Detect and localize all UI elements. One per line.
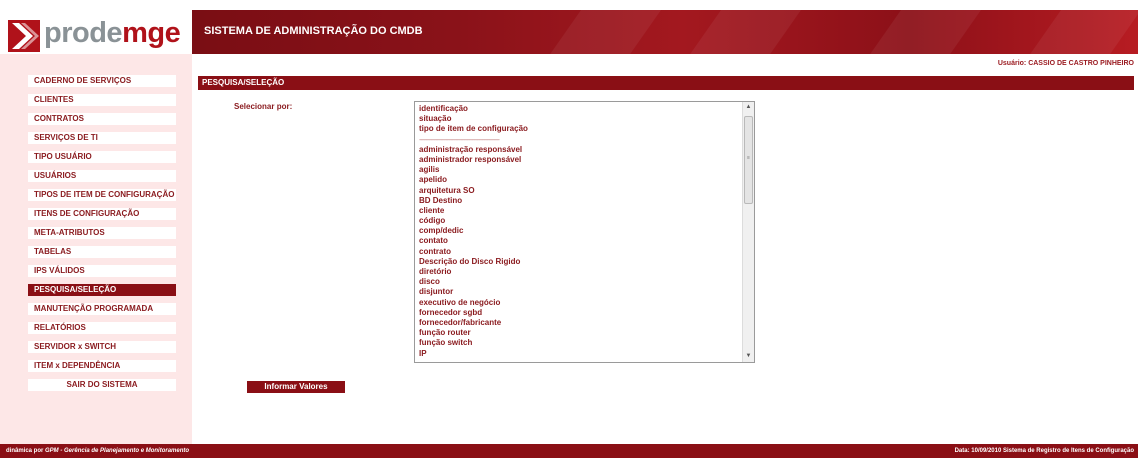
footer-credit: dinâmica por GPM - Gerência de Planejame… [6, 444, 189, 458]
listbox-option[interactable]: tipo de item de configuração [419, 124, 740, 134]
app-title: SISTEMA DE ADMINISTRAÇÃO DO CMDB [204, 25, 423, 37]
header-decoration [1011, 10, 1138, 54]
grip-icon: ≡ [747, 155, 750, 161]
scroll-down-icon[interactable]: ▼ [743, 351, 754, 362]
listbox-option[interactable]: função switch [419, 338, 740, 348]
sidebar-item-sair[interactable]: SAIR DO SISTEMA [28, 379, 176, 391]
sidebar-item-item-dependencia[interactable]: ITEM x DEPENDÊNCIA [28, 360, 176, 372]
listbox-option[interactable]: agilis [419, 165, 740, 175]
sidebar-item-manutencao-programada[interactable]: MANUTENÇÃO PROGRAMADA [28, 303, 176, 315]
listbox-option[interactable]: apelido [419, 175, 740, 185]
listbox-option[interactable]: arquitetura SO [419, 186, 740, 196]
sidebar-item-itens-configuracao[interactable]: ITENS DE CONFIGURAÇÃO [28, 208, 176, 220]
section-title: PESQUISA/SELEÇÃO [198, 76, 1134, 90]
logo-text-part2: mge [122, 17, 181, 49]
listbox-option[interactable]: código [419, 216, 740, 226]
logo-chevron-icon [8, 20, 40, 52]
listbox-option[interactable]: função router [419, 328, 740, 338]
header-decoration [851, 10, 989, 54]
header-decoration [531, 10, 669, 54]
listbox-option[interactable]: executivo de negócio [419, 298, 740, 308]
informar-valores-button[interactable]: Informar Valores [247, 381, 345, 393]
footer-date-system: Data: 10/09/2010 Sistema de Registro de … [954, 448, 1134, 454]
scroll-up-icon[interactable]: ▲ [743, 102, 754, 113]
sidebar-item-tipo-usuario[interactable]: TIPO USUÁRIO [28, 151, 176, 163]
sidebar-item-pesquisa-selecao[interactable]: PESQUISA/SELEÇÃO [28, 284, 176, 296]
listbox-option[interactable]: contato [419, 236, 740, 246]
sidebar: CADERNO DE SERVIÇOS CLIENTES CONTRATOS S… [0, 54, 192, 444]
listbox-option[interactable]: disjuntor [419, 287, 740, 297]
listbox-option[interactable]: administrador responsável [419, 155, 740, 165]
listbox-option[interactable]: disco [419, 277, 740, 287]
logo-text: prodemge [44, 16, 181, 50]
sidebar-item-usuarios[interactable]: USUÁRIOS [28, 170, 176, 182]
listbox-option[interactable]: comp/dedic [419, 226, 740, 236]
sidebar-item-servicos-ti[interactable]: SERVIÇOS DE TI [28, 132, 176, 144]
sidebar-item-servidor-switch[interactable]: SERVIDOR x SWITCH [28, 341, 176, 353]
listbox-option[interactable]: IP [419, 349, 740, 359]
listbox-scrollbar[interactable]: ▲ ≡ ▼ [742, 102, 754, 362]
listbox-option[interactable]: Descrição do Disco Rigido [419, 257, 740, 267]
listbox-options: identificação situação tipo de item de con… [419, 104, 740, 359]
listbox-option[interactable]: cliente [419, 206, 740, 216]
sidebar-item-tabelas[interactable]: TABELAS [28, 246, 176, 258]
user-info: Usuário: CASSIO DE CASTRO PINHEIRO [997, 60, 1134, 67]
listbox-option[interactable]: contrato [419, 247, 740, 257]
logo: prodemge [0, 10, 192, 54]
listbox-option[interactable]: identificação [419, 104, 740, 114]
sidebar-item-contratos[interactable]: CONTRATOS [28, 113, 176, 125]
listbox-option[interactable]: administração responsável [419, 145, 740, 155]
select-by-listbox[interactable]: identificação situação tipo de item de con… [414, 101, 755, 363]
listbox-option[interactable]: situação [419, 114, 740, 124]
sidebar-item-ips-validos[interactable]: IPS VÁLIDOS [28, 265, 176, 277]
sidebar-item-clientes[interactable]: CLIENTES [28, 94, 176, 106]
listbox-option[interactable]: ----------------------------------------… [419, 135, 740, 145]
listbox-option[interactable]: BD Destino [419, 196, 740, 206]
footer-credit-org: GPM - Gerência de Planejamento e Monitor… [45, 448, 190, 454]
scroll-thumb[interactable]: ≡ [744, 116, 753, 204]
logo-text-part1: prode [44, 17, 123, 49]
listbox-option[interactable]: fornecedor/fabricante [419, 318, 740, 328]
header-decoration [671, 10, 809, 54]
listbox-option[interactable]: diretório [419, 267, 740, 277]
footer-credit-prefix: dinâmica por [6, 448, 46, 454]
sidebar-item-meta-atributos[interactable]: META-ATRIBUTOS [28, 227, 176, 239]
footer: dinâmica por GPM - Gerência de Planejame… [0, 444, 1138, 458]
select-label: Selecionar por: [234, 102, 293, 111]
sidebar-item-tipos-item-configuracao[interactable]: TIPOS DE ITEM DE CONFIGURAÇÃO [28, 189, 176, 201]
listbox-option[interactable]: fornecedor sgbd [419, 308, 740, 318]
sidebar-item-relatorios[interactable]: RELATÓRIOS [28, 322, 176, 334]
sidebar-item-caderno-servicos[interactable]: CADERNO DE SERVIÇOS [28, 75, 176, 87]
